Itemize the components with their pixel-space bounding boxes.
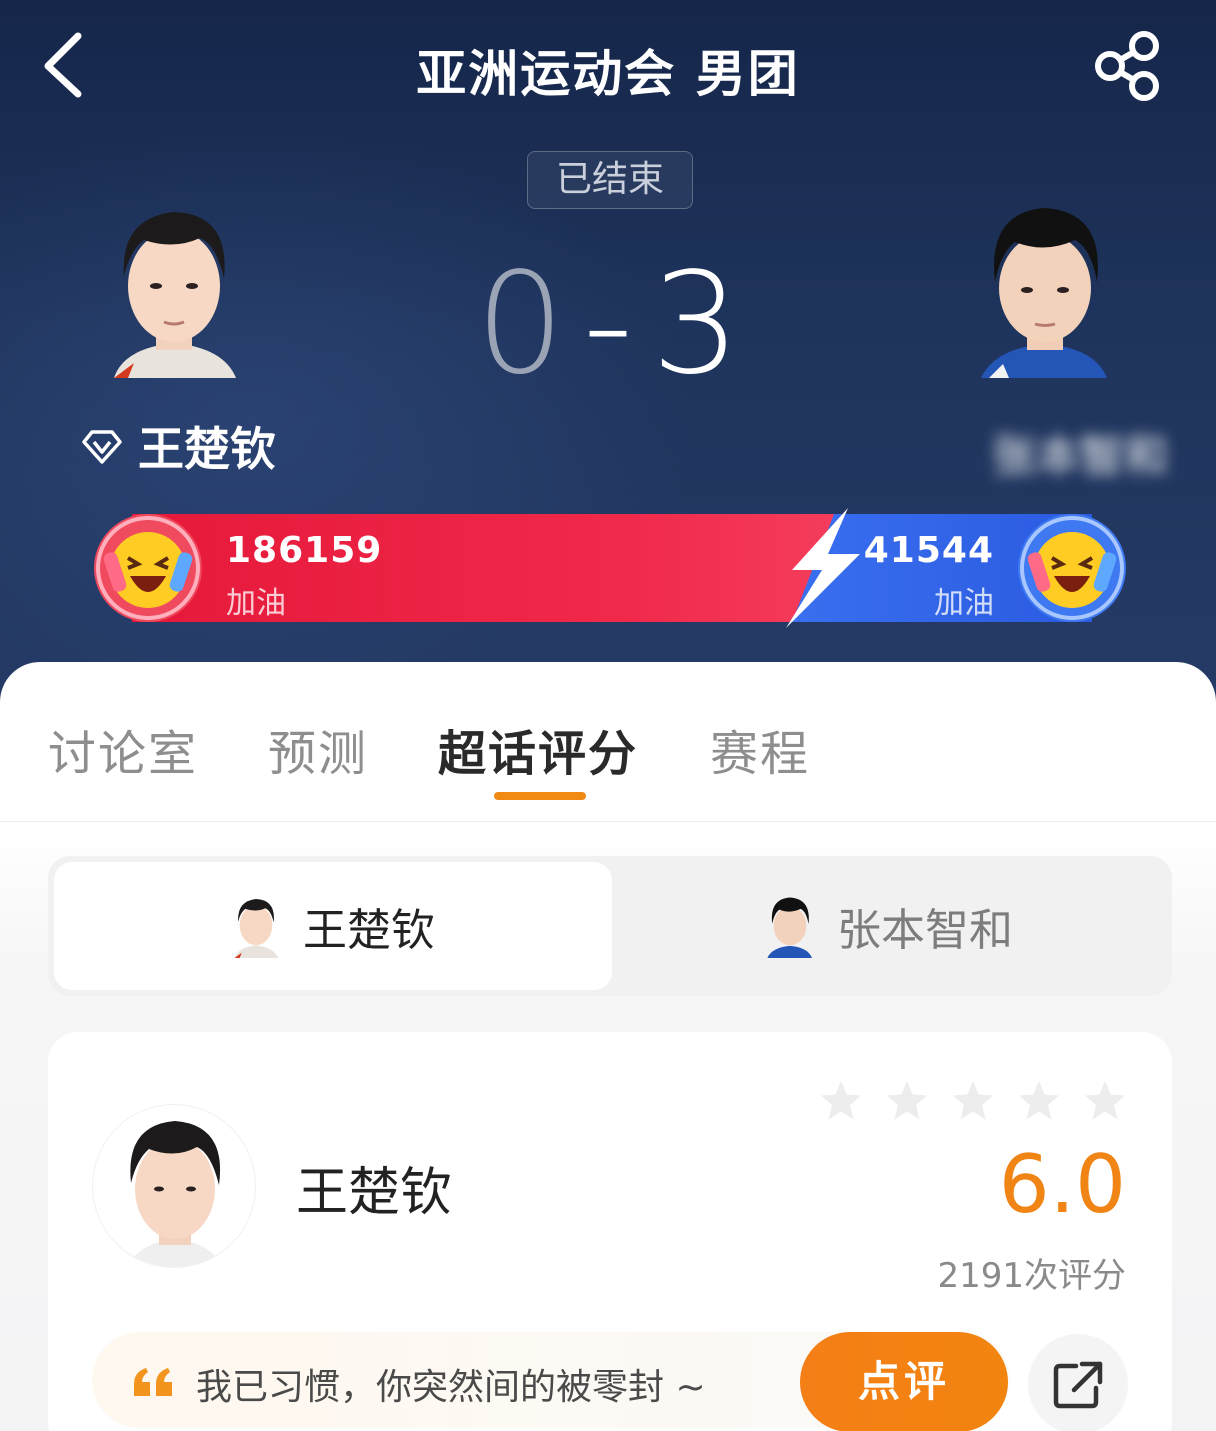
left-cheer-emoji-icon[interactable] xyxy=(92,512,204,624)
share-rating-button[interactable] xyxy=(1028,1334,1128,1431)
right-score: 3 xyxy=(651,243,741,406)
match-score: 0-3 xyxy=(0,250,1216,400)
external-share-icon xyxy=(1053,1361,1103,1409)
tab-discussion[interactable]: 讨论室 xyxy=(48,714,198,784)
star-icon[interactable] xyxy=(818,1078,864,1124)
review-button[interactable]: 点评 xyxy=(800,1332,1008,1431)
page-title: 亚洲运动会 男团 xyxy=(416,45,800,103)
star-rating[interactable] xyxy=(818,1078,1128,1124)
switch-right-label: 张本智和 xyxy=(837,905,1013,956)
rating-card: 王楚钦 6.0 2191次评分 我已习惯，你突然间的被零封 ~ 点评 xyxy=(48,1032,1172,1431)
left-score: 0 xyxy=(475,243,565,406)
left-player-mini-avatar xyxy=(231,894,281,958)
rating-count: 2191次评分 xyxy=(937,1256,1126,1296)
star-icon[interactable] xyxy=(1082,1078,1128,1124)
star-icon[interactable] xyxy=(950,1078,996,1124)
lightning-icon xyxy=(786,508,860,628)
rated-player-avatar[interactable] xyxy=(92,1104,256,1268)
active-tab-indicator xyxy=(494,792,586,800)
match-status-badge: 已结束 xyxy=(527,151,693,209)
score-separator: - xyxy=(582,243,634,406)
left-player-name-row[interactable]: 王楚钦 xyxy=(80,418,276,476)
tab-prediction[interactable]: 预测 xyxy=(268,714,368,784)
left-player-name: 王楚钦 xyxy=(138,422,276,476)
tab-schedule[interactable]: 赛程 xyxy=(710,714,810,784)
share-icon xyxy=(1095,31,1159,101)
rated-player-name: 王楚钦 xyxy=(296,1163,453,1223)
right-cheer-emoji-icon[interactable] xyxy=(1016,512,1128,624)
right-cheer-count: 41544 xyxy=(863,530,994,571)
switch-left-label: 王楚钦 xyxy=(303,905,435,956)
match-header: 亚洲运动会 男团 已结束 0 - 3 王楚钦 张本智和 186159 加油 41… xyxy=(0,0,1216,720)
right-player-name[interactable]: 张本智和 xyxy=(928,420,1168,482)
star-icon[interactable] xyxy=(884,1078,930,1124)
right-player-mini-avatar xyxy=(765,894,815,958)
cheer-bar: 186159 加油 41544 加油 xyxy=(92,508,1128,628)
star-icon[interactable] xyxy=(1016,1078,1062,1124)
tab-bar: 讨论室 预测 超话评分 赛程 xyxy=(0,662,1216,822)
switch-left-player[interactable]: 王楚钦 xyxy=(54,862,612,990)
average-score: 6.0 xyxy=(998,1138,1126,1231)
top-comment-text: 我已习惯，你突然间的被零封 ~ xyxy=(196,1367,706,1408)
player-switch: 王楚钦 张本智和 xyxy=(48,856,1172,996)
diamond-icon xyxy=(82,430,122,464)
right-cheer-label: 加油 xyxy=(934,586,994,621)
quote-icon xyxy=(134,1368,172,1396)
switch-right-player[interactable]: 张本智和 xyxy=(610,862,1168,990)
share-button[interactable] xyxy=(1092,30,1166,102)
tab-rating[interactable]: 超话评分 xyxy=(438,714,638,784)
left-cheer-count: 186159 xyxy=(226,530,383,571)
content-panel: 讨论室 预测 超话评分 赛程 王楚钦 张本智和 王楚钦 6.0 2191次评分 … xyxy=(0,662,1216,1431)
left-cheer-label: 加油 xyxy=(226,586,286,621)
